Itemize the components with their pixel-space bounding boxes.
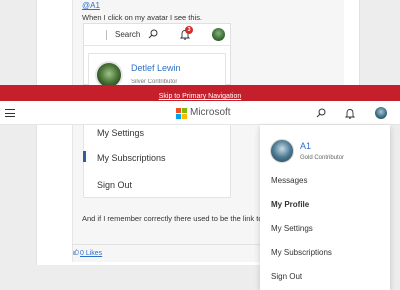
likes-button[interactable]: 0 Likes (73, 249, 102, 257)
bell-icon[interactable] (345, 108, 355, 119)
embedded-menu-item: My Settings (97, 128, 145, 138)
post-text-intro: When I click on my avatar I see this. (82, 13, 203, 22)
embedded-screenshot: Search 3 Detlef Lewin Silver Contributor (83, 23, 231, 89)
embedded-profile-name: Detlef Lewin (131, 63, 181, 73)
user-dropdown-menu: A1 Gold Contributor Messages My Profile … (260, 125, 390, 290)
embedded-menu-item: Sign Out (97, 180, 133, 190)
embedded-profile-card: Detlef Lewin Silver Contributor (88, 53, 226, 89)
menu-item-sign-out[interactable]: Sign Out (271, 272, 302, 281)
menu-item-my-settings[interactable]: My Settings (271, 224, 313, 233)
embedded-menu-marker (83, 151, 86, 162)
menu-item-messages[interactable]: Messages (271, 176, 307, 185)
microsoft-logo-icon[interactable] (176, 108, 187, 119)
embedded-menu-item: My Subscriptions (97, 153, 166, 163)
embedded-notification-badge: 3 (185, 26, 193, 34)
menu-item-my-subscriptions[interactable]: My Subscriptions (271, 248, 332, 257)
skip-nav-bar: Skip to Primary Navigation (0, 85, 400, 101)
user-mention-link[interactable]: @A1 (82, 1, 100, 10)
dropdown-user-name[interactable]: A1 (300, 141, 311, 151)
skip-to-navigation-link[interactable]: Skip to Primary Navigation (159, 93, 241, 100)
search-icon[interactable] (316, 108, 326, 118)
brand-name[interactable]: Microsoft (190, 107, 231, 118)
embedded-menu: My Settings My Subscriptions Sign Out (83, 123, 231, 198)
dropdown-avatar[interactable] (270, 139, 294, 163)
menu-item-my-profile[interactable]: My Profile (271, 200, 309, 209)
hamburger-menu-icon[interactable] (5, 109, 15, 117)
embedded-divider (106, 30, 107, 40)
post-text-followup: And if I remember correctly there used t… (82, 214, 260, 223)
embedded-search-icon (148, 29, 158, 39)
embedded-avatar (212, 28, 225, 41)
thumbs-up-icon (73, 249, 79, 255)
embedded-search-label: Search (115, 30, 141, 39)
dropdown-user-rank: Gold Contributor (300, 155, 345, 161)
post-divider (72, 244, 260, 245)
user-avatar[interactable] (375, 107, 387, 119)
likes-count[interactable]: 0 Likes (80, 250, 102, 257)
top-header: Microsoft (0, 101, 400, 125)
embedded-header: Search 3 (84, 24, 230, 46)
embedded-profile-rank: Silver Contributor (131, 79, 178, 83)
